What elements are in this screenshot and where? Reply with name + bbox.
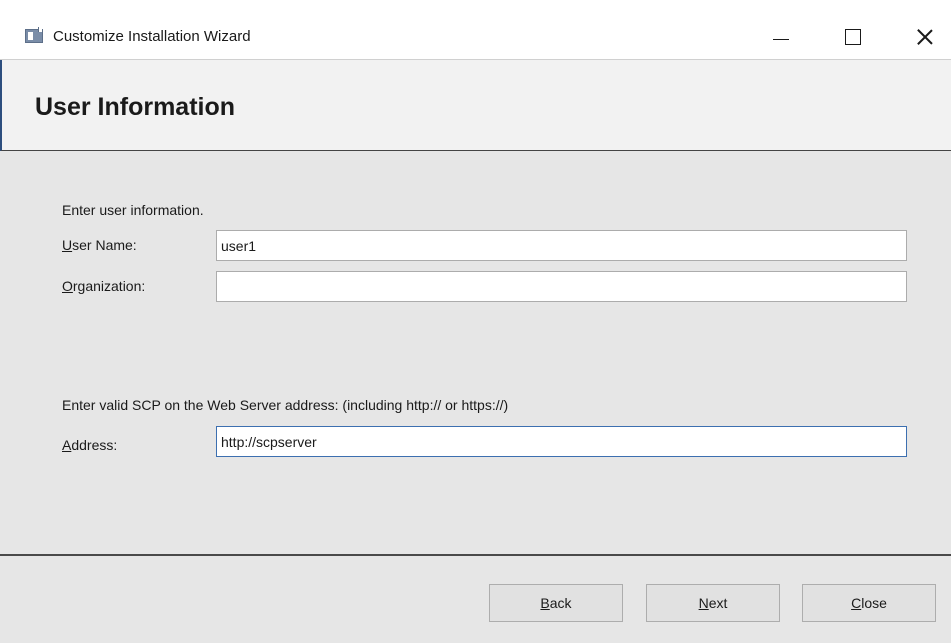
address-mnemonic: A [62,437,72,453]
address-label: Address: [62,437,117,453]
next-label: ext [708,595,728,611]
close-mnemonic: C [851,595,862,611]
back-label: ack [549,595,572,611]
organization-label: Organization: [62,278,145,294]
back-mnemonic: B [540,595,550,611]
organization-label-text: rganization: [72,278,146,294]
next-mnemonic: N [698,595,709,611]
next-button[interactable]: Next [646,584,780,622]
dialog-footer: Back Next Close [0,556,951,643]
organization-mnemonic: O [62,278,73,294]
user-name-label: User Name: [62,237,137,253]
title-bar[interactable]: Customize Installation Wizard [0,0,951,60]
address-prompt: Enter valid SCP on the Web Server addres… [62,397,509,413]
close-icon [917,29,933,45]
close-label: lose [861,595,887,611]
user-name-label-text: ser Name: [72,237,137,253]
window-title: Customize Installation Wizard [53,28,251,45]
installer-window: Customize Installation Wizard User Infor… [0,0,951,643]
close-button[interactable]: Close [802,584,936,622]
address-label-text: ddress: [71,437,118,453]
page-title: User Information [35,93,236,121]
address-input[interactable] [216,426,907,457]
back-button[interactable]: Back [489,584,623,622]
close-window-button[interactable] [902,20,948,54]
organization-input[interactable] [216,271,907,302]
page-header: User Information [0,60,951,151]
minimize-button[interactable] [758,20,804,54]
form-content: Enter user information. User Name: Organ… [0,152,951,554]
maximize-button[interactable] [830,20,876,54]
app-window-icon [25,27,43,43]
user-info-prompt: Enter user information. [62,202,204,218]
user-name-mnemonic: U [62,237,73,253]
user-name-input[interactable] [216,230,907,261]
